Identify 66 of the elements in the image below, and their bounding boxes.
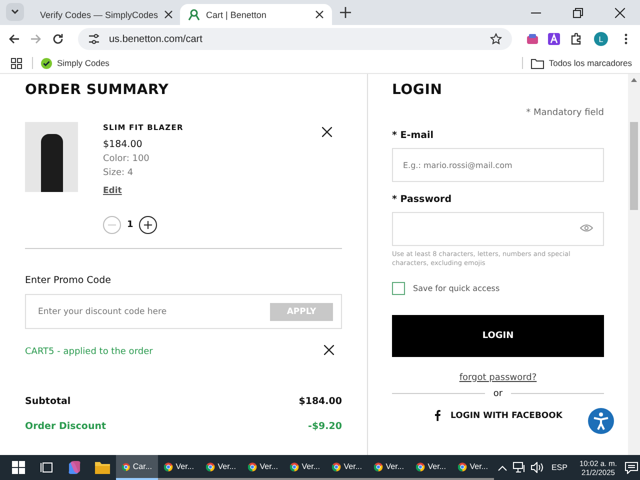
- folder-icon: [530, 58, 544, 68]
- product-size: Size: 4: [103, 168, 134, 178]
- taskbar-window[interactable]: Ver...: [410, 455, 452, 480]
- close-icon[interactable]: [324, 345, 334, 358]
- password-label: * Password: [392, 194, 452, 205]
- product-color: Color: 100: [103, 154, 150, 164]
- browser-icon: [206, 460, 215, 474]
- increase-button[interactable]: [139, 216, 158, 234]
- scrollbar-thumb[interactable]: [630, 122, 638, 210]
- all-bookmarks-link[interactable]: Todos los marcadores: [530, 58, 632, 68]
- star-icon[interactable]: [490, 33, 502, 45]
- section-title: ORDER SUMMARY: [25, 82, 170, 98]
- accessibility-icon[interactable]: [588, 408, 614, 434]
- save-checkbox[interactable]: [392, 282, 405, 295]
- email-field[interactable]: E.g.: mario.rossi@mail.com: [392, 148, 604, 182]
- email-label: * E-mail: [392, 130, 435, 141]
- mandatory-note: * Mandatory field: [525, 108, 604, 118]
- edit-link[interactable]: Edit: [103, 186, 122, 196]
- browser-tab[interactable]: Verify Codes — SimplyCodes: [26, 4, 178, 25]
- quantity-value: 1: [127, 220, 134, 230]
- taskbar-window[interactable]: Car...: [116, 455, 158, 480]
- browser-tab[interactable]: Cart | Benetton: [180, 4, 332, 25]
- or-separator: or: [493, 388, 503, 399]
- total-value: $184.00: [298, 396, 342, 407]
- applied-message: CART5 - applied to the order: [25, 346, 153, 356]
- browser-icon: [458, 460, 467, 474]
- total-label: Subtotal: [25, 396, 71, 407]
- browser-icon: [164, 460, 173, 474]
- forgot-password-link[interactable]: forgot password?: [459, 372, 537, 383]
- browser-icon: [248, 460, 257, 474]
- logo-icon: [188, 8, 200, 20]
- scroll-up-icon[interactable]: [631, 78, 637, 82]
- check-logo-icon: [41, 58, 52, 68]
- bookmark-link[interactable]: Simply Codes: [41, 58, 110, 68]
- taskbar-window[interactable]: Ver...: [242, 455, 284, 480]
- taskbar-window[interactable]: Ver...: [326, 455, 368, 480]
- facebook-icon: [434, 410, 441, 422]
- browser-icon: [332, 460, 341, 474]
- language-indicator[interactable]: ESP: [545, 463, 574, 472]
- browser-icon: [416, 460, 425, 474]
- facebook-login-button[interactable]: LOGIN WITH FACEBOOK: [434, 408, 562, 423]
- close-icon[interactable]: [315, 10, 324, 19]
- save-label: Save for quick access: [413, 284, 500, 293]
- total-label: Order Discount: [25, 421, 106, 432]
- address-bar[interactable]: us.benetton.com/cart: [78, 28, 512, 50]
- tab-list-icon[interactable]: [6, 3, 24, 21]
- section-title: LOGIN: [392, 82, 444, 98]
- promo-label: Enter Promo Code: [25, 275, 112, 286]
- taskbar-window[interactable]: Ver...: [368, 455, 410, 480]
- login-button[interactable]: LOGIN: [392, 314, 604, 357]
- site-settings-icon[interactable]: [88, 33, 100, 45]
- product-price: $184.00: [103, 139, 144, 150]
- photo-placeholder: [25, 122, 78, 192]
- profile-avatar[interactable]: L: [594, 32, 608, 46]
- taskbar-window[interactable]: Ver...: [284, 455, 326, 480]
- extension-icon[interactable]: [546, 30, 562, 48]
- eye-icon[interactable]: [580, 224, 593, 234]
- browser-icon: [374, 460, 383, 474]
- password-field[interactable]: [392, 212, 604, 246]
- close-icon[interactable]: [164, 10, 174, 19]
- total-value: -$9.20: [308, 421, 342, 432]
- browser-icon: [290, 460, 299, 474]
- taskbar-window[interactable]: Ver...: [158, 455, 200, 480]
- taskbar-window[interactable]: Ver...: [200, 455, 242, 480]
- plus-icon: [144, 221, 152, 229]
- taskbar-window[interactable]: Ver...: [452, 455, 494, 480]
